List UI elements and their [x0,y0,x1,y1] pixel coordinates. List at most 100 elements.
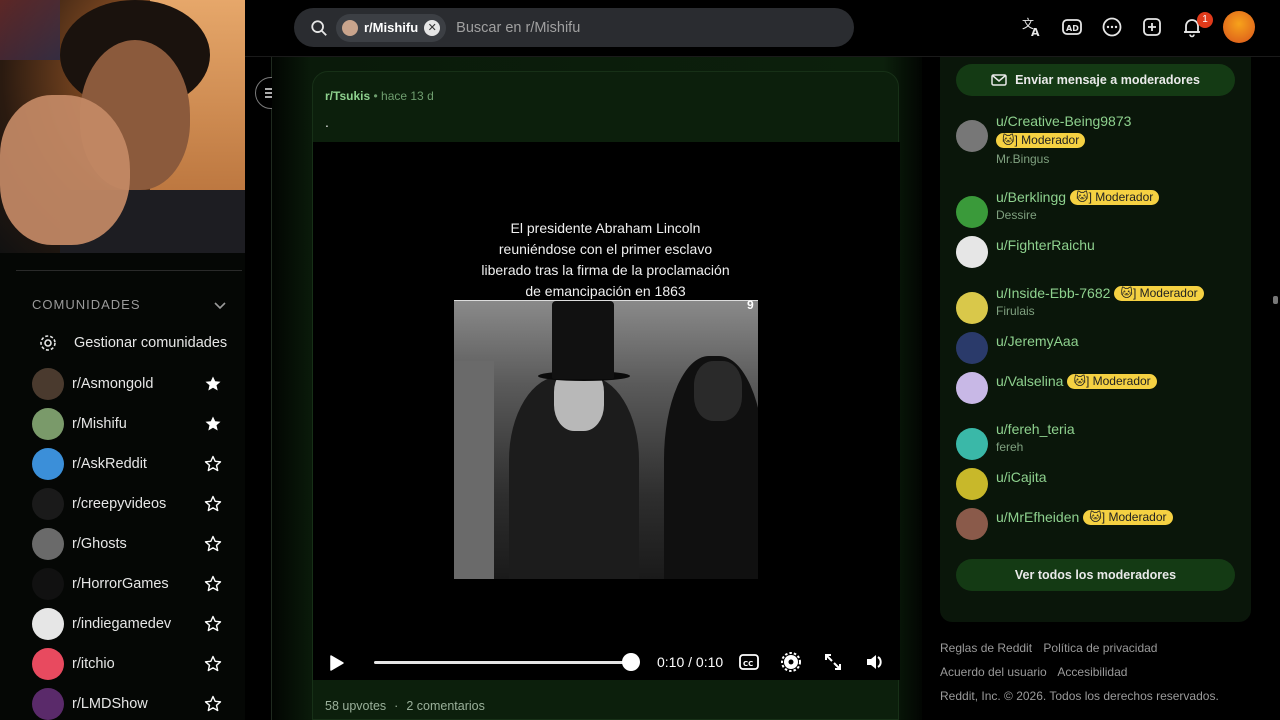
moderator-item[interactable]: u/Valselina 🐱] Moderador [956,372,1246,404]
star-outline-icon[interactable] [204,695,222,713]
post-time: hace 13 d [381,89,434,103]
sidebar-item-community[interactable]: r/AskReddit [32,448,222,480]
accessibility-link[interactable]: Accesibilidad [1057,665,1127,679]
settings-gear-icon[interactable] [781,652,801,672]
moderator-avatar [956,372,988,404]
community-name: r/Mishifu [72,416,127,432]
legal-links-row-2: Acuerdo del usuario Accesibilidad [940,665,1135,679]
community-avatar [32,648,64,680]
community-avatar [32,368,64,400]
community-chip-label: r/Mishifu [364,20,419,35]
sidebar-item-community[interactable]: r/Asmongold [32,368,222,400]
comment-count[interactable]: 2 comentarios [406,699,485,713]
community-name: r/AskReddit [72,456,147,472]
star-filled-icon[interactable] [204,415,222,433]
upvote-count[interactable]: 58 upvotes [325,699,386,713]
moderator-username[interactable]: u/Valselina [996,373,1063,389]
privacy-policy-link[interactable]: Política de privacidad [1043,641,1157,655]
post-card[interactable]: r/Tsukis • hace 13 d . El presidente Abr… [312,71,900,720]
scrollbar-thumb[interactable] [1273,296,1278,304]
moderator-avatar [956,332,988,364]
volume-icon[interactable] [865,652,885,672]
moderator-flair: 🐱] Moderador [1083,510,1173,525]
sidebar-item-community[interactable]: r/creepyvideos [32,488,222,520]
video-caption: El presidente Abraham Lincoln reuniéndos… [481,220,730,299]
chat-icon[interactable] [1101,16,1123,38]
sidebar-item-community[interactable]: r/Ghosts [32,528,222,560]
legal-links-row-1: Reglas de Reddit Política de privacidad [940,641,1165,655]
moderator-item[interactable]: u/iCajita [956,468,1246,500]
moderator-username[interactable]: u/Inside-Ebb-7682 [996,285,1110,301]
sidebar-item-community[interactable]: r/itchio [32,648,222,680]
star-outline-icon[interactable] [204,575,222,593]
separator-dot: · [394,699,399,713]
mail-icon [991,74,1007,86]
view-all-mods-button[interactable]: Ver todos los moderadores [956,559,1235,591]
moderator-item[interactable]: u/JeremyAaa [956,332,1246,364]
close-icon[interactable]: ✕ [424,19,441,36]
manage-communities-link[interactable]: Gestionar comunidades [38,333,227,353]
moderator-username[interactable]: u/FighterRaichu [996,237,1095,253]
moderator-username[interactable]: u/JeremyAaa [996,333,1078,349]
moderator-item[interactable]: u/fereh_teria fereh [956,420,1246,460]
copyright-text: Reddit, Inc. © 2026. Todos los derechos … [940,689,1219,703]
star-outline-icon[interactable] [204,455,222,473]
sidebar-item-community[interactable]: r/LMDShow [32,688,222,720]
moderator-avatar [956,428,988,460]
moderator-avatar [956,508,988,540]
video-progress-track[interactable] [374,661,631,664]
moderator-item[interactable]: u/MrEfheiden 🐱] Moderador [956,508,1246,540]
user-avatar[interactable] [1223,11,1255,43]
communities-section-header[interactable]: COMUNIDADES [32,297,227,312]
community-name: r/indiegamedev [72,616,172,632]
moderator-item[interactable]: u/FighterRaichu [956,236,1246,268]
play-icon[interactable] [327,654,345,672]
user-agreement-link[interactable]: Acuerdo del usuario [940,665,1047,679]
moderator-username[interactable]: u/iCajita [996,469,1047,485]
moderator-username[interactable]: u/fereh_teria [996,421,1075,437]
post-meta: r/Tsukis • hace 13 d [325,89,434,103]
star-outline-icon[interactable] [204,615,222,633]
reddit-rules-link[interactable]: Reglas de Reddit [940,641,1032,655]
expand-icon[interactable] [823,652,843,672]
captions-icon[interactable]: CC [739,652,759,672]
star-outline-icon[interactable] [204,535,222,553]
post-title[interactable]: . [325,114,329,130]
moderator-username[interactable]: u/Berklingg [996,189,1066,205]
moderator-subtitle: Firulais [996,304,1035,318]
moderator-item[interactable]: u/Berklingg 🐱] Moderador Dessire [956,188,1246,228]
message-mods-button[interactable]: Enviar mensaje a moderadores [956,64,1235,96]
advertise-icon[interactable]: AD [1061,16,1083,38]
sidebar-item-community[interactable]: r/HorrorGames [32,568,222,600]
video-progress-thumb[interactable] [622,653,640,671]
moderator-username[interactable]: u/Creative-Being9873 [996,113,1131,129]
frame-number: 9 [747,298,754,312]
svg-text:CC: CC [743,660,753,668]
star-filled-icon[interactable] [204,375,222,393]
svg-text:AD: AD [1066,24,1079,33]
moderator-subtitle: Mr.Bingus [996,152,1050,166]
left-sidebar: COMUNIDADES Gestionar comunidades r/Asmo… [0,253,245,720]
sidebar-item-community[interactable]: r/indiegamedev [32,608,222,640]
community-avatar [32,568,64,600]
sidebar-item-community[interactable]: r/Mishifu [32,408,222,440]
star-outline-icon[interactable] [204,655,222,673]
moderator-avatar [956,236,988,268]
community-name: r/Ghosts [72,536,127,552]
moderator-username[interactable]: u/MrEfheiden [996,509,1079,525]
create-post-icon[interactable] [1141,16,1163,38]
chevron-down-icon [214,301,226,309]
community-avatar [32,608,64,640]
top-bar: r/Mishifu ✕ 文A AD 1 [245,0,1280,57]
community-chip[interactable]: r/Mishifu ✕ [336,13,447,42]
translate-icon[interactable]: 文A [1021,16,1043,38]
divider [16,270,242,271]
moderator-item[interactable]: u/Creative-Being9873 🐱] Moderador Mr.Bingu… [956,112,1246,167]
video-player[interactable]: El presidente Abraham Lincoln reuniéndos… [313,142,900,680]
post-subreddit-link[interactable]: r/Tsukis [325,89,370,103]
search-input[interactable] [456,19,757,36]
gear-icon [40,335,56,351]
star-outline-icon[interactable] [204,495,222,513]
search-bar[interactable]: r/Mishifu ✕ [294,8,854,47]
moderator-item[interactable]: u/Inside-Ebb-7682 🐱] Moderador Firulais [956,284,1246,324]
